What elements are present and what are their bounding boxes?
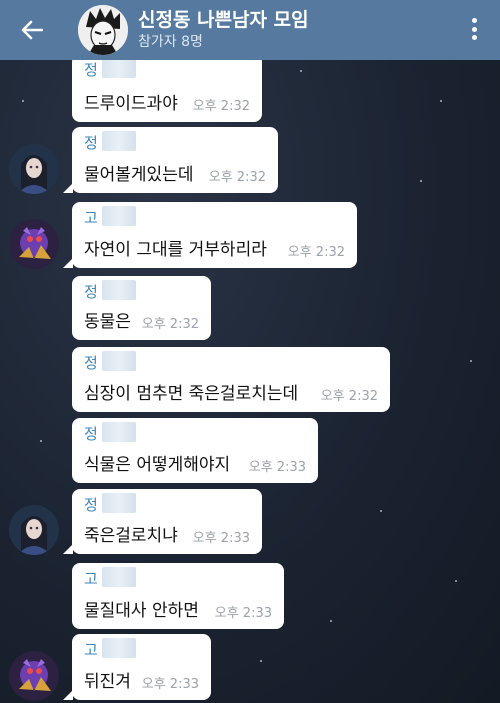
- message-text: 뒤진겨: [84, 672, 131, 692]
- background-star: [22, 100, 24, 102]
- background-star: [40, 440, 42, 442]
- message-bubble[interactable]: 정 드루이드과야 오후 2:32: [72, 60, 262, 122]
- message-time: 오후 2:33: [192, 531, 250, 546]
- message-bubble[interactable]: 고 뒤진겨 오후 2:33: [72, 634, 211, 700]
- redacted-name: [102, 493, 136, 513]
- background-star: [260, 660, 262, 662]
- sender-name: 정: [84, 354, 98, 372]
- redacted-name: [102, 351, 136, 371]
- redacted-name: [102, 60, 136, 78]
- redacted-name: [102, 567, 136, 587]
- background-star: [300, 70, 302, 72]
- message-time: 오후 2:32: [287, 245, 345, 260]
- message-bubble[interactable]: 고 자연이 그대를 거부하리라 오후 2:32: [72, 202, 357, 268]
- sender-name: 정: [84, 134, 98, 152]
- message-text: 물어볼게있는데: [84, 165, 194, 185]
- message-list[interactable]: 정 드루이드과야 오후 2:32 정 물어볼게있는데 오후 2:32 고 자연이…: [0, 60, 500, 703]
- bubble-tail: [63, 544, 73, 554]
- redacted-name: [102, 131, 136, 151]
- message-time: 오후 2:33: [214, 606, 272, 621]
- message-time: 오후 2:32: [320, 389, 378, 404]
- background-star: [380, 510, 382, 512]
- background-star: [470, 360, 472, 362]
- member-count: 참가자 8명: [138, 34, 203, 50]
- bubble-tail: [63, 690, 73, 700]
- sender-name: 고: [84, 570, 98, 588]
- arrow-left-icon: [21, 20, 43, 40]
- message-bubble[interactable]: 정 동물은 오후 2:32: [72, 276, 211, 340]
- message-time: 오후 2:32: [208, 170, 266, 185]
- message-text: 식물은 어떻게해야지: [84, 455, 231, 475]
- sender-name: 정: [84, 496, 98, 514]
- user-avatar[interactable]: [9, 144, 59, 194]
- message-bubble[interactable]: 정 심장이 멈추면 죽은걸로치는데 오후 2:32: [72, 347, 390, 412]
- message-time: 오후 2:32: [141, 317, 199, 332]
- background-star: [440, 100, 442, 102]
- group-avatar[interactable]: [78, 5, 128, 55]
- message-time: 오후 2:32: [192, 99, 250, 114]
- user-avatar[interactable]: [9, 505, 59, 555]
- background-star: [455, 580, 457, 582]
- sender-name: 고: [84, 641, 98, 659]
- menu-dot: [471, 26, 477, 32]
- message-time: 오후 2:33: [248, 460, 306, 475]
- message-bubble[interactable]: 정 죽은걸로치냐 오후 2:33: [72, 489, 262, 554]
- message-text: 심장이 멈추면 죽은걸로치는데: [84, 384, 299, 404]
- menu-dot: [471, 35, 477, 40]
- message-text: 물질대사 안하면: [84, 601, 199, 621]
- background-star: [420, 180, 422, 182]
- sender-name: 정: [84, 61, 98, 79]
- redacted-name: [102, 280, 136, 300]
- redacted-name: [102, 638, 136, 658]
- chat-header: 신정동 나쁜남자 모임 참가자 8명: [0, 0, 500, 60]
- sender-name: 고: [84, 209, 98, 227]
- more-vertical-icon: [471, 18, 477, 23]
- chat-title: 신정동 나쁜남자 모임: [138, 9, 309, 31]
- message-bubble[interactable]: 정 식물은 어떻게해야지 오후 2:33: [72, 418, 318, 483]
- message-text: 자연이 그대를 거부하리라: [84, 240, 267, 260]
- user-avatar[interactable]: [9, 219, 59, 269]
- redacted-name: [102, 206, 136, 226]
- message-text: 동물은: [84, 312, 131, 332]
- background-star: [330, 620, 332, 622]
- bubble-tail: [63, 183, 73, 193]
- more-menu-button[interactable]: [466, 14, 482, 44]
- redacted-name: [102, 422, 136, 442]
- user-avatar[interactable]: [9, 651, 59, 701]
- message-bubble[interactable]: 고 물질대사 안하면 오후 2:33: [72, 563, 284, 629]
- message-bubble[interactable]: 정 물어볼게있는데 오후 2:32: [72, 127, 278, 193]
- message-time: 오후 2:33: [141, 677, 199, 692]
- back-button[interactable]: [0, 0, 64, 60]
- sender-name: 정: [84, 283, 98, 301]
- message-text: 죽은걸로치냐: [84, 526, 178, 546]
- message-text: 드루이드과야: [84, 94, 178, 114]
- sender-name: 정: [84, 425, 98, 443]
- bubble-tail: [63, 258, 73, 268]
